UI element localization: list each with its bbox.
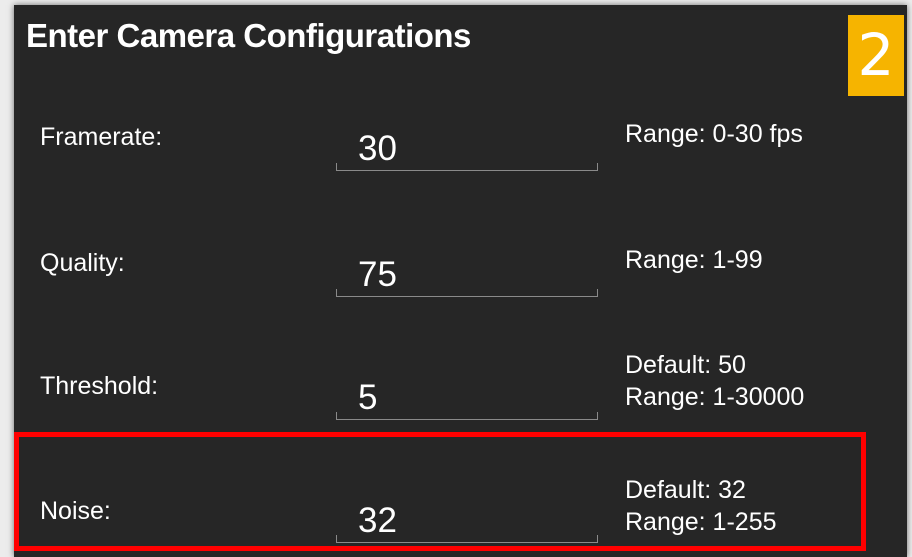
camera-config-dialog: Enter Camera Configurations 2 Framerate:… bbox=[14, 5, 907, 557]
framerate-label: Framerate: bbox=[40, 123, 163, 151]
quality-input-underline bbox=[336, 289, 598, 297]
step-number-badge: 2 bbox=[848, 15, 904, 96]
quality-hint: Range: 1-99 bbox=[625, 244, 763, 276]
threshold-range-text: Range: 1-30000 bbox=[625, 383, 805, 411]
framerate-input-underline bbox=[336, 163, 598, 171]
framerate-range-text: Range: 0-30 fps bbox=[625, 120, 803, 148]
dialog-title: Enter Camera Configurations bbox=[26, 17, 471, 54]
threshold-default-text: Default: 50 bbox=[625, 351, 746, 379]
quality-label: Quality: bbox=[40, 249, 125, 277]
threshold-hint: Default: 50 Range: 1-30000 bbox=[625, 349, 804, 413]
threshold-input[interactable]: 5 bbox=[336, 378, 598, 420]
framerate-hint: Range: 0-30 fps bbox=[625, 118, 803, 150]
quality-range-text: Range: 1-99 bbox=[625, 246, 763, 274]
noise-row-highlight-box bbox=[14, 432, 866, 551]
framerate-input[interactable]: 30 bbox=[336, 129, 598, 171]
screenshot-frame: Enter Camera Configurations 2 Framerate:… bbox=[0, 0, 912, 557]
threshold-label: Threshold: bbox=[40, 372, 159, 400]
threshold-input-underline bbox=[336, 412, 598, 420]
quality-input[interactable]: 75 bbox=[336, 255, 598, 297]
